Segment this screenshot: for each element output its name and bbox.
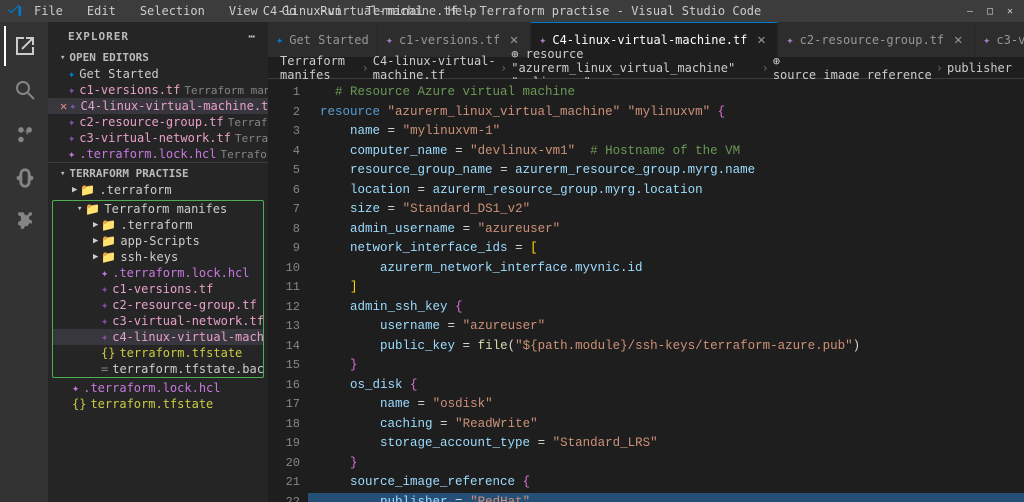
ssh-keys-chevron: ▶ xyxy=(93,252,98,262)
get-started-tab-icon: ✦ xyxy=(276,33,283,47)
c3-tab-icon: ✦ xyxy=(983,33,990,47)
open-editors-label[interactable]: ▾ OPEN EDITORS xyxy=(48,47,268,66)
hcl-root-icon: ✦ xyxy=(72,381,79,395)
breadcrumb-sep-2: › xyxy=(500,61,507,75)
terraform-manifes-group: ▾ 📁 Terraform manifes ▶ 📁 .terraform ▶ 📁… xyxy=(52,200,264,378)
folder-chevron: ▶ xyxy=(72,185,77,195)
open-editor-c4-linux[interactable]: ✕ ✦ C4-linux-virtual-machine.tf Terr... xyxy=(48,98,268,114)
folder-icon: 📁 xyxy=(80,183,95,197)
sub-chevron: ▶ xyxy=(93,220,98,230)
tf-icon-c3: ✦ xyxy=(101,314,108,328)
title-bar: File Edit Selection View Go Run Terminal… xyxy=(0,0,1024,22)
file-c1-versions[interactable]: ✦ c1-versions.tf xyxy=(53,281,263,297)
close-button[interactable]: ✕ xyxy=(1004,5,1016,17)
folder-terraform-sub[interactable]: ▶ 📁 .terraform xyxy=(53,217,263,233)
tab-c1-versions[interactable]: ✦ c1-versions.tf ✕ xyxy=(378,22,531,57)
code-editor[interactable]: 123456 789101112 131415161718 1920212223… xyxy=(268,79,1024,502)
menu-file[interactable]: File xyxy=(28,4,69,18)
file-c2-resource-group[interactable]: ✦ c2-resource-group.tf xyxy=(53,297,263,313)
folder-manifes-icon: 📁 xyxy=(85,202,100,216)
folder-ssh-keys-icon: 📁 xyxy=(101,250,116,264)
breadcrumb-sep-1: › xyxy=(362,61,369,75)
tab-get-started[interactable]: ✦ Get Started xyxy=(268,22,378,57)
file-c3-virtual-network[interactable]: ✦ c3-virtual-network.tf xyxy=(53,313,263,329)
file-terraform-lock-hcl[interactable]: ✦ .terraform.lock.hcl xyxy=(53,265,263,281)
breadcrumb: Terraform manifes › C4-linux-virtual-mac… xyxy=(268,57,1024,79)
json-root-icon: {} xyxy=(72,397,86,411)
breadcrumb-item-source-image[interactable]: ⊕ source_image_reference xyxy=(773,54,932,82)
breadcrumb-sep-4: › xyxy=(936,61,943,75)
app-scripts-chevron: ▶ xyxy=(93,236,98,246)
file-tree: ▾ OPEN EDITORS ✦ Get Started ✦ c1-versio… xyxy=(48,47,268,502)
hcl-file-icon: ✦ xyxy=(68,147,75,161)
explorer-activity-icon[interactable] xyxy=(4,26,44,66)
hcl-icon: ✦ xyxy=(101,266,108,280)
sidebar-title: EXPLORER ⋯ xyxy=(48,22,268,47)
file-root-terraform-tfstate[interactable]: {} terraform.tfstate xyxy=(48,396,268,412)
main-layout: EXPLORER ⋯ ▾ OPEN EDITORS ✦ Get Started xyxy=(0,22,1024,502)
open-editors-section: ▾ OPEN EDITORS ✦ Get Started ✦ c1-versio… xyxy=(48,47,268,163)
breadcrumb-item-manifes[interactable]: Terraform manifes xyxy=(280,54,358,82)
new-file-icon[interactable]: ⋯ xyxy=(248,30,256,43)
tf-file-icon-active: ✦ xyxy=(69,99,76,113)
folder-terraform-root[interactable]: ▶ 📁 .terraform xyxy=(48,182,268,198)
source-control-activity-icon[interactable] xyxy=(4,114,44,154)
c1-tab-icon: ✦ xyxy=(386,33,393,47)
vscode-logo-icon xyxy=(8,4,22,18)
file-c4-linux-vm[interactable]: ✦ c4-linux-virtual-machine.tf xyxy=(53,329,263,345)
tf-file-icon-c3: ✦ xyxy=(68,131,75,145)
tab-c3-virtual-network[interactable]: ✦ c3-virtual-network.tf ✕ xyxy=(975,22,1024,57)
file-terraform-tfstate-backup[interactable]: = terraform.tfstate.backup xyxy=(53,361,263,377)
code-content[interactable]: # Resource Azure virtual machine resourc… xyxy=(308,79,1024,502)
breadcrumb-item-publisher[interactable]: publisher xyxy=(947,61,1012,75)
menu-selection[interactable]: Selection xyxy=(134,4,211,18)
file-root-terraform-lock[interactable]: ✦ .terraform.lock.hcl xyxy=(48,380,268,396)
maximize-button[interactable]: □ xyxy=(984,5,996,17)
breadcrumb-item-file[interactable]: C4-linux-virtual-machine.tf xyxy=(373,54,496,82)
tf-icon-c4: ✦ xyxy=(101,330,108,344)
line-numbers: 123456 789101112 131415161718 1920212223… xyxy=(268,79,308,502)
tfstate-backup-icon: = xyxy=(101,362,108,376)
folder-ssh-keys[interactable]: ▶ 📁 ssh-keys xyxy=(53,249,263,265)
tab-close-c2[interactable]: ✕ xyxy=(950,32,966,48)
sidebar-actions: ⋯ xyxy=(248,30,256,43)
get-started-icon: ✦ xyxy=(68,67,75,81)
open-editor-c3-virtual-network[interactable]: ✦ c3-virtual-network.tf Terraform ... xyxy=(48,130,268,146)
tab-c2-resource-group[interactable]: ✦ c2-resource-group.tf ✕ xyxy=(778,22,975,57)
menu-edit[interactable]: Edit xyxy=(81,4,122,18)
terraform-practise-chevron: ▾ xyxy=(60,169,65,179)
folder-app-scripts-icon: 📁 xyxy=(101,234,116,248)
tf-icon-c1: ✦ xyxy=(101,282,108,296)
folder-sub-icon: 📁 xyxy=(101,218,116,232)
c2-tab-icon: ✦ xyxy=(786,33,793,47)
folder-terraform-manifes[interactable]: ▾ 📁 Terraform manifes xyxy=(53,201,263,217)
tf-file-icon-c2: ✦ xyxy=(68,115,75,129)
terraform-practise-label[interactable]: ▾ TERRAFORM PRACTISE xyxy=(48,163,268,182)
window-title: C4-linux-virtual-machine.tf - Terraform … xyxy=(263,4,762,18)
json-icon: {} xyxy=(101,346,115,360)
file-terraform-tfstate[interactable]: {} terraform.tfstate xyxy=(53,345,263,361)
window-controls: — □ ✕ xyxy=(964,5,1016,17)
open-editor-get-started[interactable]: ✦ Get Started xyxy=(48,66,268,82)
breadcrumb-sep-3: › xyxy=(762,61,769,75)
folder-app-scripts[interactable]: ▶ 📁 app-Scripts xyxy=(53,233,263,249)
debug-activity-icon[interactable] xyxy=(4,158,44,198)
tf-file-icon: ✦ xyxy=(68,83,75,97)
editor-area: ✦ Get Started ✦ c1-versions.tf ✕ ✦ C4-li… xyxy=(268,22,1024,502)
activity-bar xyxy=(0,22,48,502)
open-editor-c1-versions[interactable]: ✦ c1-versions.tf Terraform manifes xyxy=(48,82,268,98)
folder-manifes-chevron: ▾ xyxy=(77,204,82,214)
search-activity-icon[interactable] xyxy=(4,70,44,110)
tf-icon-c2: ✦ xyxy=(101,298,108,312)
c4-tab-icon: ✦ xyxy=(539,33,546,47)
open-editor-terraform-lock[interactable]: ✦ .terraform.lock.hcl Terraform man... xyxy=(48,146,268,162)
minimize-button[interactable]: — xyxy=(964,5,976,17)
menu-view[interactable]: View xyxy=(223,4,264,18)
open-editors-chevron: ▾ xyxy=(60,53,65,63)
extensions-activity-icon[interactable] xyxy=(4,202,44,242)
open-editor-c2-resource-group[interactable]: ✦ c2-resource-group.tf Terraform... xyxy=(48,114,268,130)
sidebar: EXPLORER ⋯ ▾ OPEN EDITORS ✦ Get Started xyxy=(48,22,268,502)
